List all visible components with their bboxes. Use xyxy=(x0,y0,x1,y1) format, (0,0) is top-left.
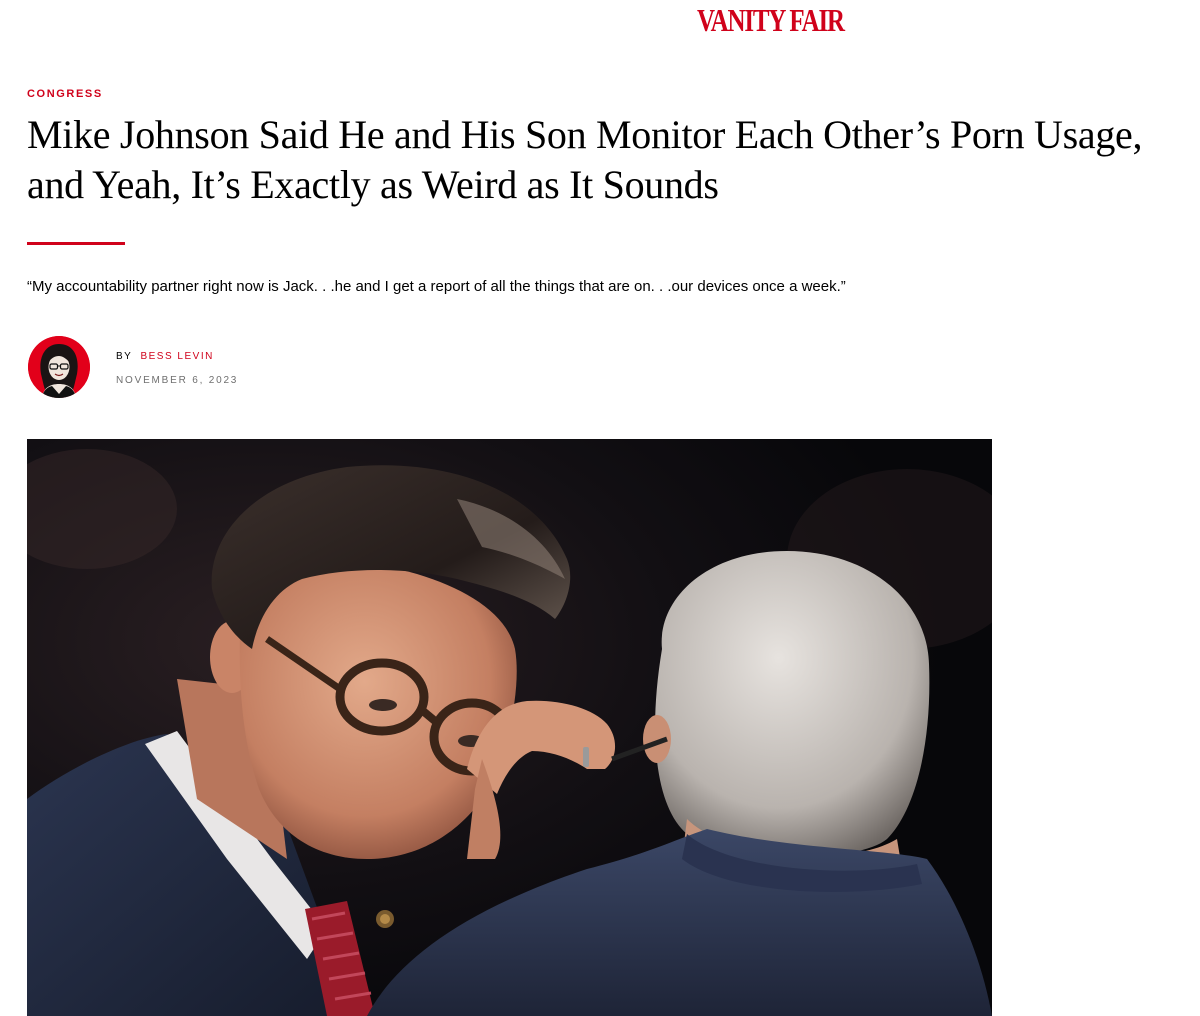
author-portrait-icon xyxy=(28,336,90,398)
rubric-link[interactable]: CONGRESS xyxy=(27,88,103,100)
hero-photo-icon xyxy=(27,439,992,1016)
article-page: VANITY FAIR CONGRESS Mike Johnson Said H… xyxy=(0,0,1200,1016)
headline-divider xyxy=(27,242,125,245)
author-link[interactable]: BESS LEVIN xyxy=(140,351,213,362)
byline: BY BESS LEVIN xyxy=(116,351,214,362)
author-avatar[interactable] xyxy=(28,336,90,398)
byline-prefix: BY xyxy=(116,351,133,362)
article-dek: “My accountability partner right now is … xyxy=(27,278,846,295)
site-logo[interactable]: VANITY FAIR xyxy=(697,2,845,39)
publish-date: NOVEMBER 6, 2023 xyxy=(116,375,239,386)
article-headline: Mike Johnson Said He and His Son Monitor… xyxy=(27,112,1143,207)
hero-image xyxy=(27,439,992,1016)
